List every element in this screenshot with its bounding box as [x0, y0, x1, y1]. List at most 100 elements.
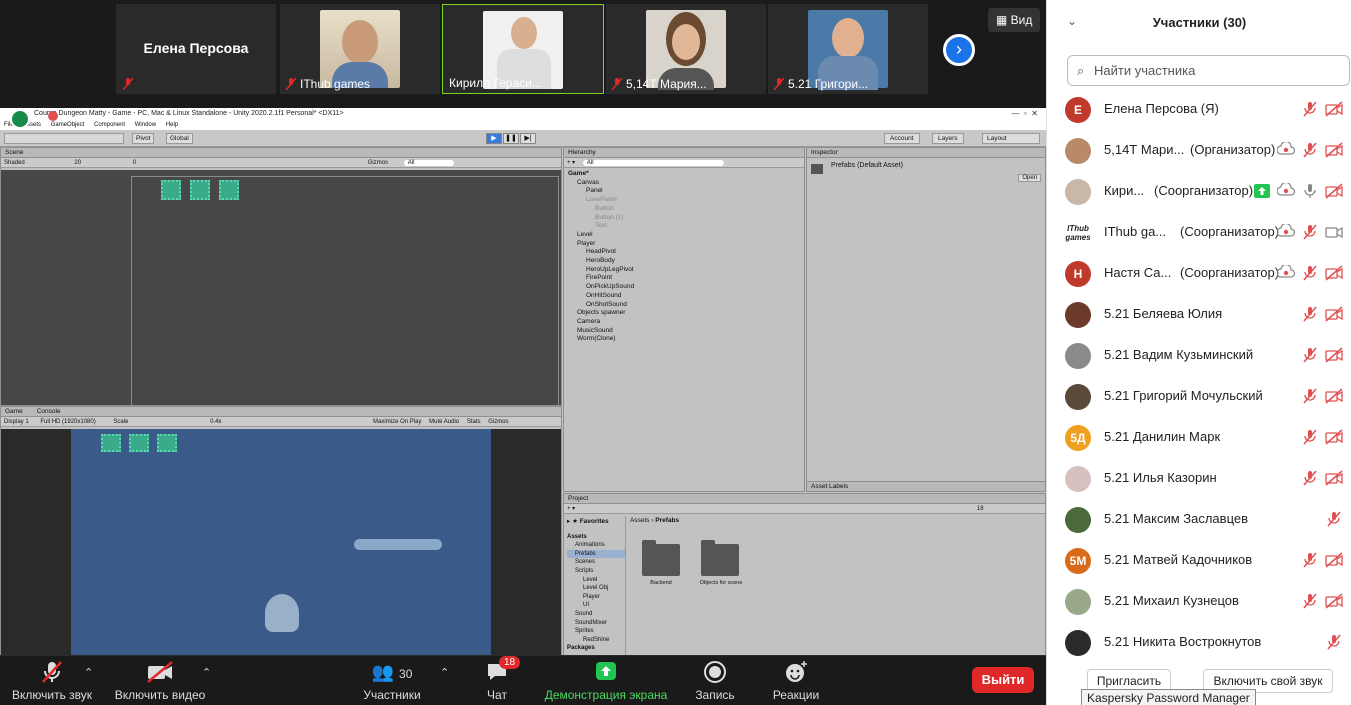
2d-toggle[interactable]: 20 — [74, 160, 81, 166]
record-button[interactable]: Запись — [695, 660, 735, 702]
video-tile-maria[interactable]: 5,14Т Мария... — [606, 4, 766, 94]
video-tile-kirill[interactable]: Кирилл Гераси... — [442, 4, 604, 94]
hierarchy-item[interactable]: Button (1) — [568, 214, 804, 223]
mic-off-icon[interactable] — [1301, 552, 1319, 568]
project-tree-item[interactable]: UI — [567, 601, 625, 610]
participant-row[interactable]: Н Настя Са... (Соорганизатор) — [1047, 253, 1351, 294]
project-tree-item[interactable]: Packages — [567, 644, 625, 653]
view-button[interactable]: ▦ Вид — [988, 8, 1041, 32]
participant-search-input[interactable]: Найти участника — [1067, 55, 1350, 86]
participant-row[interactable]: 5Д 5.21 Данилин Марк — [1047, 417, 1351, 458]
mic-off-icon[interactable] — [1301, 388, 1319, 404]
hierarchy-item[interactable]: Button — [568, 205, 804, 214]
window-controls[interactable]: — ▫ ✕ — [1012, 108, 1038, 120]
hierarchy-item[interactable]: Objects spawner — [568, 309, 804, 318]
tab-scene[interactable]: Scene — [1, 148, 561, 158]
unmute-button[interactable]: Включить звук — [10, 660, 94, 702]
video-off-icon[interactable] — [1325, 306, 1343, 322]
gizmos-dropdown[interactable]: Gizmos — [368, 160, 388, 166]
stats-toggle[interactable]: Stats — [467, 419, 481, 425]
next-page-arrow-icon[interactable]: › — [943, 34, 975, 66]
crumb-prefabs[interactable]: Prefabs — [655, 517, 679, 524]
step-button[interactable]: ▶| — [520, 133, 536, 144]
game-view[interactable] — [71, 429, 491, 655]
global-toggle[interactable]: Global — [166, 133, 193, 144]
mic-off-icon[interactable] — [1301, 593, 1319, 609]
hierarchy-item[interactable]: Panel — [568, 187, 804, 196]
participant-row[interactable]: 5М 5.21 Матвей Кадочников — [1047, 540, 1351, 581]
participant-row[interactable]: 5.21 Вадим Кузьминский — [1047, 335, 1351, 376]
favorites-label[interactable]: ▸ ★ Favorites — [567, 518, 625, 527]
hierarchy-item[interactable]: Game* — [568, 170, 804, 179]
participant-row[interactable]: 5.21 Беляева Юлия — [1047, 294, 1351, 335]
project-tree-item[interactable]: Level Obj — [567, 584, 625, 593]
menu-component[interactable]: Component — [94, 122, 125, 128]
share-screen-button[interactable]: Демонстрация экрана — [544, 660, 668, 702]
hierarchy-item[interactable]: HeroUpLegPivot — [568, 266, 804, 275]
video-off-icon[interactable] — [1325, 552, 1343, 568]
hierarchy-item[interactable]: Level — [568, 231, 804, 240]
reactions-button[interactable]: Реакции — [772, 660, 820, 702]
menu-help[interactable]: Help — [166, 122, 178, 128]
scene-search[interactable]: All — [403, 160, 455, 166]
hierarchy-item[interactable]: Canvas — [568, 179, 804, 188]
video-off-icon[interactable] — [1325, 593, 1343, 609]
video-options-chevron-icon[interactable]: ⌃ — [202, 666, 211, 679]
participant-row[interactable]: 5.21 Никита Вострокнутов — [1047, 622, 1351, 663]
participant-row[interactable]: Е Елена Персова (Я) — [1047, 89, 1351, 130]
video-off-icon[interactable] — [1325, 101, 1343, 117]
video-off-icon[interactable] — [1325, 265, 1343, 281]
participant-row[interactable]: 5.21 Максим Заславцев — [1047, 499, 1351, 540]
project-tree-item[interactable]: SoundMixer — [567, 619, 625, 628]
scene-view[interactable] — [1, 170, 561, 405]
participant-row[interactable]: 5.21 Илья Казорин — [1047, 458, 1351, 499]
project-tree-item[interactable]: Animations — [567, 541, 625, 550]
participants-button[interactable]: 👥 30 Участники — [363, 660, 421, 702]
project-tree-item[interactable]: Sprites — [567, 627, 625, 636]
mic-off-icon[interactable] — [1301, 470, 1319, 486]
menu-window[interactable]: Window — [135, 122, 156, 128]
mic-off-icon[interactable] — [1301, 306, 1319, 322]
hierarchy-item[interactable]: FirePoint — [568, 274, 804, 283]
mic-off-icon[interactable] — [1325, 634, 1343, 650]
mic-off-icon[interactable] — [1325, 511, 1343, 527]
video-off-icon[interactable] — [1325, 470, 1343, 486]
folder-icon[interactable] — [642, 540, 680, 576]
mic-off-icon[interactable] — [1301, 142, 1319, 158]
hierarchy-item[interactable]: Camera — [568, 318, 804, 327]
project-tree-item[interactable]: Player — [567, 593, 625, 602]
mic-off-icon[interactable] — [1301, 224, 1319, 240]
display-dropdown[interactable]: Display 1 — [4, 419, 29, 425]
video-off-icon[interactable] — [1325, 183, 1343, 199]
hierarchy-item[interactable]: HeadPivot — [568, 248, 804, 257]
mic-icon[interactable] — [1301, 183, 1319, 199]
pause-button[interactable]: ❚❚ — [503, 133, 519, 144]
account-dropdown[interactable]: Account — [884, 133, 920, 144]
project-tree-item[interactable]: Level — [567, 576, 625, 585]
participant-row[interactable]: Кири... (Соорганизатор) — [1047, 171, 1351, 212]
mic-off-icon[interactable] — [1301, 265, 1319, 281]
video-off-icon[interactable] — [1325, 388, 1343, 404]
layers-dropdown[interactable]: Layers — [932, 133, 964, 144]
hierarchy-item[interactable]: HeroBody — [568, 257, 804, 266]
transform-tools[interactable] — [4, 133, 124, 144]
hierarchy-item[interactable]: Text — [568, 222, 804, 231]
participant-row[interactable]: 5,14Т Мари... (Организатор) — [1047, 130, 1351, 171]
video-off-icon[interactable] — [1325, 429, 1343, 445]
tab-hierarchy[interactable]: Hierarchy — [564, 148, 804, 158]
start-video-button[interactable]: Включить видео — [114, 660, 206, 702]
game-gizmos-toggle[interactable]: Gizmos — [488, 419, 508, 425]
tab-console[interactable]: Console — [37, 408, 61, 415]
video-off-icon[interactable] — [1325, 347, 1343, 363]
maximize-on-play-toggle[interactable]: Maximize On Play — [373, 419, 421, 425]
hierarchy-item[interactable]: Player — [568, 240, 804, 249]
hierarchy-item[interactable]: Worm(Clone) — [568, 335, 804, 344]
hierarchy-item[interactable]: MusicSound — [568, 327, 804, 336]
pivot-toggle[interactable]: Pivot — [132, 133, 155, 144]
project-tree-item[interactable]: Scripts — [567, 567, 625, 576]
project-tree-item[interactable]: Sound — [567, 610, 625, 619]
tab-inspector[interactable]: Inspector — [807, 148, 1045, 158]
asset-labels[interactable]: Asset Labels — [807, 481, 1045, 491]
project-tree-item[interactable]: RedShine — [567, 636, 625, 645]
hierarchy-item[interactable]: LosePanel — [568, 196, 804, 205]
